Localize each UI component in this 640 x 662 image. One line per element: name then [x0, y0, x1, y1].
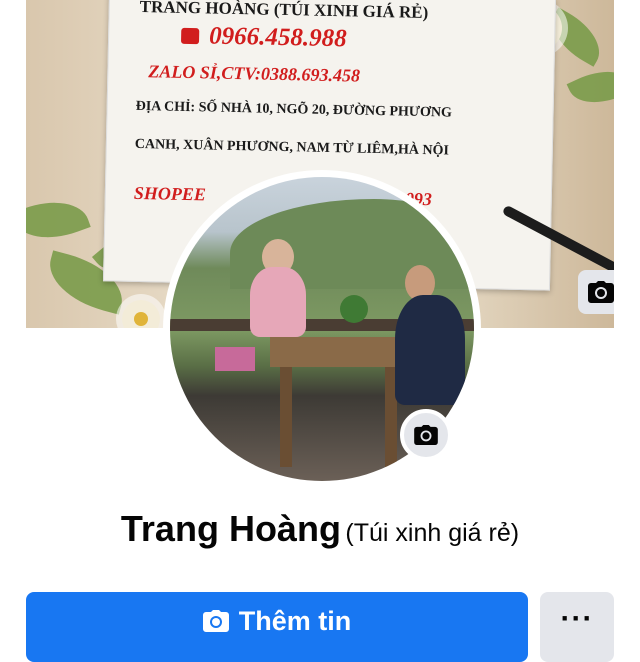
profile-name-row: Trang Hoàng (Túi xinh giá rẻ): [0, 508, 640, 550]
person-woman: [250, 267, 306, 337]
address-line-1: ĐỊA CHỈ: SỐ NHÀ 10, NGÕ 20, ĐƯỜNG PHƯƠNG: [135, 98, 453, 121]
phone-number: 0966.458.988: [208, 22, 347, 53]
profile-name: Trang Hoàng: [120, 508, 341, 549]
camera-icon: [588, 281, 614, 303]
person-man: [395, 295, 465, 405]
edit-cover-button[interactable]: [578, 270, 614, 314]
edit-profile-picture-button[interactable]: [400, 409, 452, 461]
phone-line: 0966.458.988: [180, 22, 347, 53]
leaf-decoration: [566, 58, 614, 116]
potted-plant: [340, 295, 368, 323]
flower-decoration: [122, 300, 160, 328]
chair-cushion: [215, 347, 255, 371]
address-line-2: CANH, XUÂN PHƯƠNG, NAM TỪ LIÊM,HÀ NỘI: [134, 136, 450, 159]
more-options-button[interactable]: ···: [540, 592, 614, 662]
leaf-decoration: [26, 189, 91, 251]
more-dots-icon: ···: [560, 602, 594, 635]
camera-icon: [414, 425, 438, 445]
profile-alias: (Túi xinh giá rẻ): [345, 519, 520, 547]
phone-icon: [180, 27, 200, 45]
camera-icon: [202, 610, 229, 632]
table-leg: [280, 367, 292, 467]
add-story-button[interactable]: Thêm tin: [26, 592, 528, 662]
shop-title: TRANG HOÀNG (TÚI XINH GIÁ RẺ): [139, 0, 429, 23]
add-story-label: Thêm tin: [238, 606, 352, 636]
zalo-line: ZALO SỈ,CTV:0388.693.458: [148, 61, 361, 86]
wooden-table: [270, 337, 410, 367]
shopee-label: SHOPEE: [133, 182, 207, 205]
